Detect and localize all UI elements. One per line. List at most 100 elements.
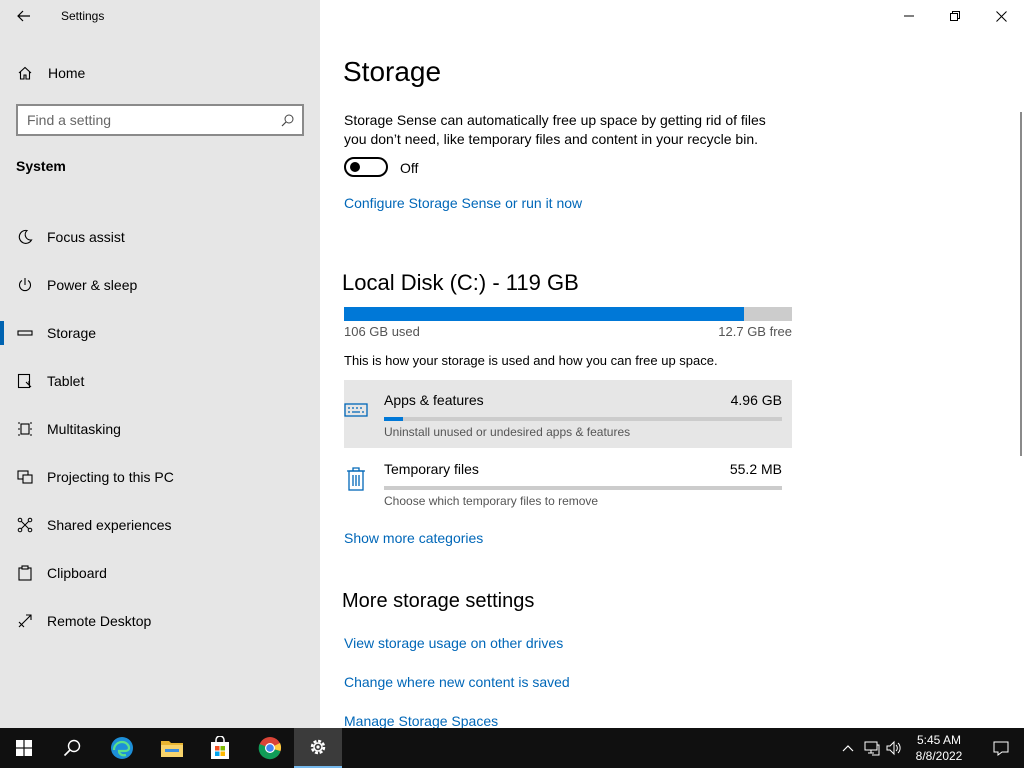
main-content: Storage Storage Sense can automatically … — [320, 0, 1024, 728]
category-usage-bar — [384, 417, 782, 421]
category-description: Choose which temporary files to remove — [384, 494, 599, 508]
back-arrow-icon — [17, 10, 30, 22]
category-name: Apps & features — [384, 392, 484, 408]
nav-list: Focus assist Power & sleep Storage Table… — [0, 213, 320, 645]
volume-button[interactable] — [884, 738, 904, 758]
category-apps-features[interactable]: Apps & features 4.96 GB Uninstall unused… — [344, 380, 792, 448]
sidebar-item-shared-experiences[interactable]: Shared experiences — [0, 501, 320, 549]
search-box[interactable] — [16, 104, 304, 136]
home-nav-item[interactable]: Home — [0, 56, 320, 90]
disk-used-label: 106 GB used — [344, 324, 420, 339]
start-button[interactable] — [0, 728, 48, 768]
sidebar-item-projecting[interactable]: Projecting to this PC — [0, 453, 320, 501]
search-input[interactable] — [18, 112, 272, 128]
store-button[interactable] — [196, 728, 244, 768]
page-title: Storage — [343, 56, 442, 87]
chevron-up-icon — [842, 745, 854, 752]
sidebar-item-label: Focus assist — [47, 229, 125, 245]
sidebar-item-label: Storage — [47, 325, 97, 341]
taskbar: 5:45 AM 8/8/2022 — [0, 728, 1024, 768]
disk-usage-bar — [344, 307, 792, 321]
sidebar-item-remote-desktop[interactable]: Remote Desktop — [0, 597, 320, 645]
settings-taskbar-button[interactable] — [294, 728, 342, 768]
disk-title: Local Disk (C:) - 119 GB — [342, 270, 579, 295]
sidebar: Settings Home System Focus assist Power … — [0, 0, 320, 728]
store-icon — [211, 736, 229, 759]
edge-button[interactable] — [98, 728, 146, 768]
change-new-content-location-link[interactable]: Change where new content is saved — [344, 674, 570, 690]
show-hidden-icons-button[interactable] — [838, 738, 858, 758]
tablet-icon — [16, 372, 34, 390]
category-usage-bar — [384, 486, 782, 490]
close-icon — [995, 10, 1007, 22]
category-name: Temporary files — [384, 461, 479, 477]
show-more-categories-link[interactable]: Show more categories — [344, 530, 483, 546]
storage-sense-description: Storage Sense can automatically free up … — [344, 112, 766, 147]
moon-icon — [16, 228, 34, 246]
sidebar-item-storage[interactable]: Storage — [0, 309, 320, 357]
restore-icon — [950, 11, 960, 21]
disk-free-label: 12.7 GB free — [718, 324, 792, 339]
sidebar-item-tablet[interactable]: Tablet — [0, 357, 320, 405]
windows-logo-icon — [16, 740, 32, 756]
search-button[interactable] — [48, 728, 96, 768]
multitasking-icon — [16, 420, 34, 438]
clock-date: 8/8/2022 — [915, 749, 963, 763]
more-storage-settings-title: More storage settings — [342, 590, 535, 612]
app-title: Settings — [61, 9, 105, 23]
search-icon[interactable] — [272, 114, 302, 127]
network-button[interactable] — [862, 738, 882, 758]
clock-time: 5:45 AM — [916, 733, 962, 747]
chrome-icon — [258, 737, 282, 760]
sidebar-item-label: Shared experiences — [47, 517, 172, 533]
notification-icon — [993, 741, 1009, 756]
edge-icon — [111, 737, 133, 759]
folder-icon — [161, 741, 183, 757]
home-icon — [16, 64, 34, 82]
sidebar-item-power-sleep[interactable]: Power & sleep — [0, 261, 320, 309]
sidebar-item-label: Tablet — [47, 373, 85, 389]
sidebar-item-label: Multitasking — [47, 421, 121, 437]
action-center-button[interactable] — [978, 728, 1024, 768]
remote-desktop-icon — [16, 612, 34, 630]
speaker-icon — [886, 740, 901, 756]
toggle-state-label: Off — [400, 160, 419, 176]
category-size: 55.2 MB — [729, 461, 782, 477]
sidebar-item-label: Power & sleep — [47, 277, 138, 293]
sidebar-item-focus-assist[interactable]: Focus assist — [0, 213, 320, 261]
toggle-knob — [350, 162, 360, 172]
clipboard-icon — [16, 564, 34, 582]
network-icon — [864, 741, 880, 756]
shared-icon — [16, 516, 34, 534]
sidebar-item-multitasking[interactable]: Multitasking — [0, 405, 320, 453]
keyboard-icon — [344, 396, 368, 424]
minimize-button[interactable] — [886, 0, 932, 32]
chrome-button[interactable] — [246, 728, 294, 768]
manage-storage-spaces-link[interactable]: Manage Storage Spaces — [344, 713, 498, 728]
trash-icon — [344, 465, 368, 493]
home-label: Home — [48, 65, 86, 81]
power-icon — [16, 276, 34, 294]
minimize-icon — [904, 15, 914, 17]
projecting-icon — [16, 468, 34, 486]
scrollbar[interactable] — [1020, 112, 1022, 456]
restore-button[interactable] — [932, 0, 978, 32]
configure-storage-sense-link[interactable]: Configure Storage Sense or run it now — [344, 195, 582, 211]
close-button[interactable] — [978, 0, 1024, 32]
category-temporary-files[interactable]: Temporary files 55.2 MB Choose which tem… — [344, 449, 792, 517]
sidebar-item-label: Clipboard — [47, 565, 107, 581]
usage-description: This is how your storage is used and how… — [344, 353, 718, 368]
back-button[interactable] — [12, 4, 36, 28]
storage-sense-toggle[interactable] — [344, 157, 388, 177]
gear-icon — [310, 739, 326, 755]
category-usage-fill — [384, 417, 403, 421]
file-explorer-button[interactable] — [148, 728, 196, 768]
category-size: 4.96 GB — [730, 392, 782, 408]
sidebar-item-label: Remote Desktop — [47, 613, 152, 629]
disk-usage-fill — [344, 307, 745, 321]
view-storage-other-drives-link[interactable]: View storage usage on other drives — [344, 635, 563, 651]
clock[interactable]: 5:45 AM 8/8/2022 — [906, 732, 972, 764]
category-description: Uninstall unused or undesired apps & fea… — [384, 425, 631, 439]
search-icon — [63, 739, 81, 757]
sidebar-item-clipboard[interactable]: Clipboard — [0, 549, 320, 597]
